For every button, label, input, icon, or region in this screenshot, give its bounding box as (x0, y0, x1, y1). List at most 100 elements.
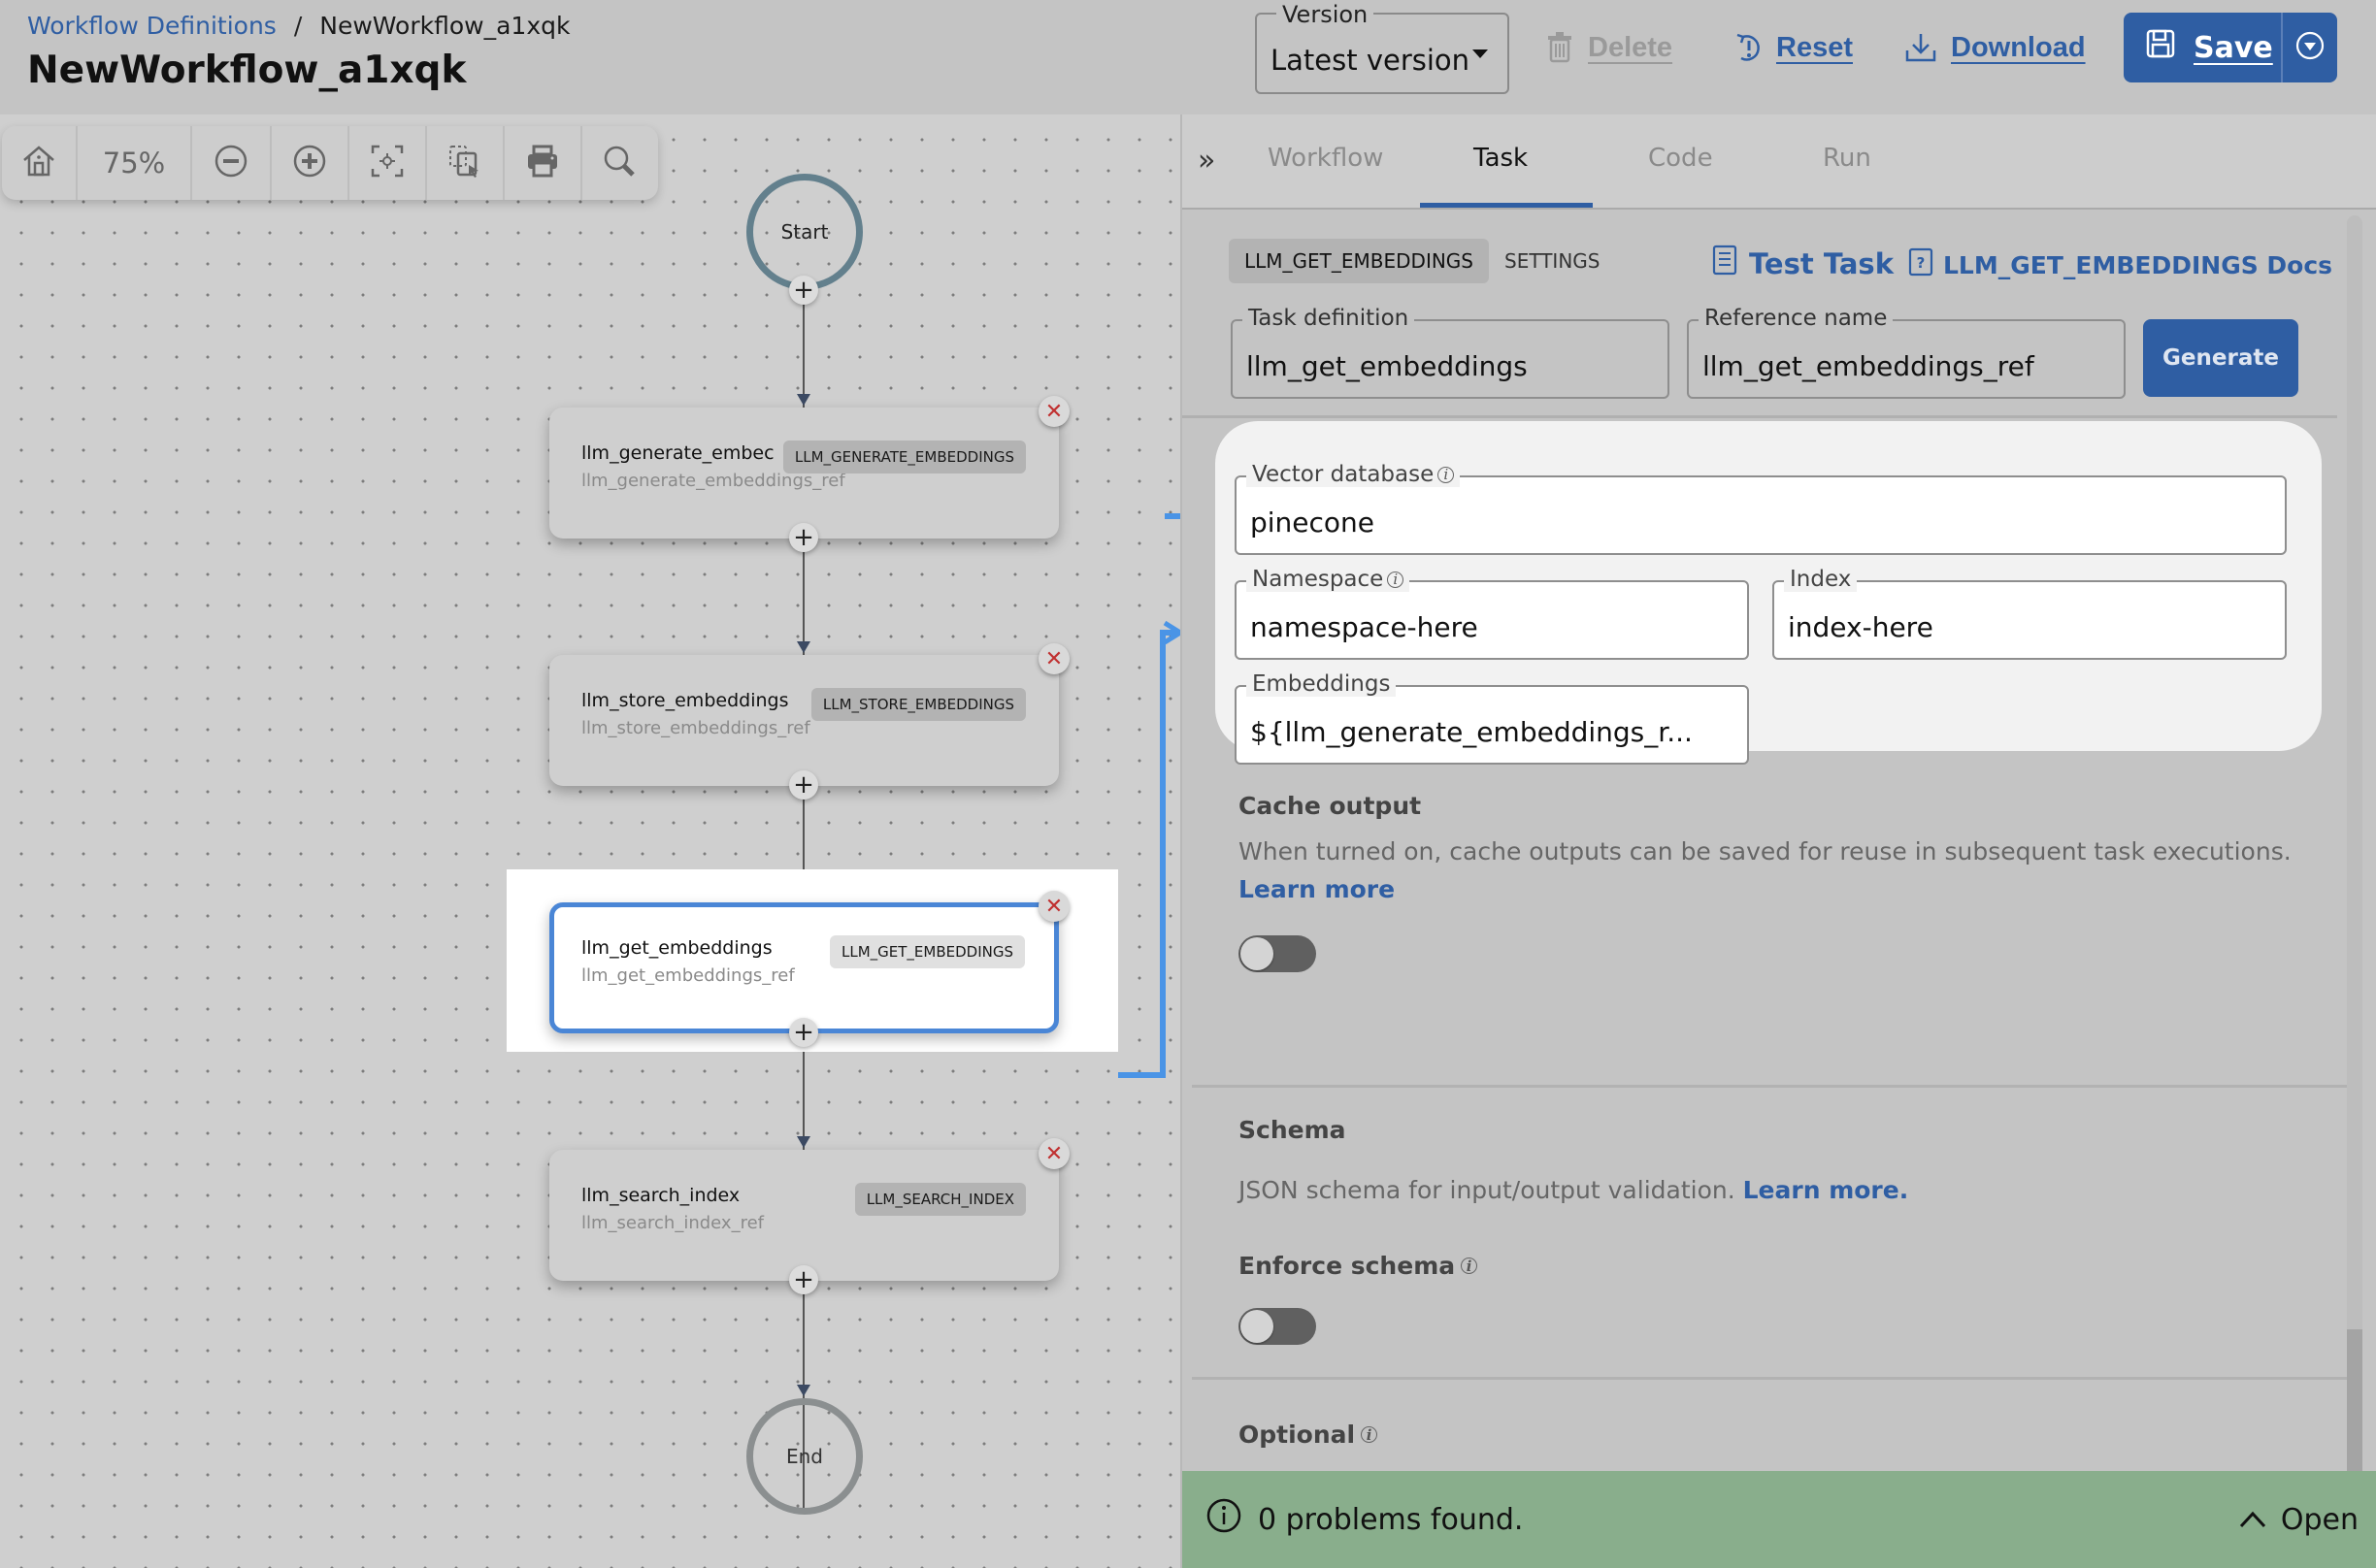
enforce-schema-title: Enforce schema i (1238, 1252, 1478, 1280)
zoom-level: 75% (78, 126, 192, 200)
collapse-panel-icon[interactable]: » (1198, 144, 1215, 178)
download-button[interactable]: Download (1904, 23, 2086, 72)
task-ref: llm_generate_embeddings_ref (581, 471, 845, 491)
add-task-button[interactable]: + (789, 1018, 818, 1047)
add-task-button[interactable]: + (789, 1265, 818, 1294)
tab-run[interactable]: Run (1823, 144, 1871, 173)
remove-task-button[interactable]: ✕ (1039, 396, 1070, 427)
select-icon (447, 144, 482, 182)
test-task-button[interactable]: Test Task (1712, 245, 1894, 282)
task-type-badge: LLM_SEARCH_INDEX (854, 1183, 1026, 1216)
task-definition-value: llm_get_embeddings (1246, 350, 1528, 382)
problems-bar: 0 problems found. Open (1182, 1471, 2376, 1568)
caret-down-icon (1472, 49, 1488, 58)
subtab-llm-get-embeddings[interactable]: LLM_GET_EMBEDDINGS (1229, 239, 1489, 283)
generate-button[interactable]: Generate (2143, 319, 2298, 397)
save-label: Save (2194, 30, 2273, 65)
search-icon (602, 144, 637, 182)
index-field[interactable]: Index index-here (1772, 567, 2287, 660)
home-button[interactable] (2, 126, 78, 200)
version-value: Latest version (1270, 44, 1470, 77)
plus-icon: + (793, 276, 814, 305)
subtab-settings[interactable]: SETTINGS (1489, 239, 1615, 283)
reset-button[interactable]: Reset (1733, 23, 1853, 72)
add-task-button[interactable]: + (789, 276, 818, 305)
end-label: End (785, 1445, 823, 1468)
open-label: Open (2280, 1502, 2359, 1537)
download-icon (1904, 31, 1937, 64)
divider (1192, 1085, 2347, 1088)
active-tab-indicator (1420, 203, 1593, 208)
search-button[interactable] (582, 126, 656, 200)
cache-output-toggle[interactable] (1238, 935, 1316, 972)
remove-task-button[interactable]: ✕ (1039, 1138, 1070, 1169)
cache-output-title: Cache output (1238, 792, 1422, 820)
add-task-button[interactable]: + (789, 770, 818, 800)
version-select[interactable]: Version Latest version (1255, 1, 1509, 94)
arrow-head-icon (797, 394, 810, 406)
save-button-group: Save (2124, 13, 2337, 82)
task-node-llm-search-index[interactable]: llm_search_index llm_search_index_ref LL… (549, 1150, 1059, 1281)
print-button[interactable] (505, 126, 582, 200)
zoom-in-button[interactable] (272, 126, 349, 200)
workflow-canvas[interactable]: 75% Start + llm_generate_embec llm_gener… (0, 114, 1180, 1568)
fit-view-icon (371, 145, 404, 181)
remove-task-button[interactable]: ✕ (1039, 643, 1070, 674)
tab-task[interactable]: Task (1473, 144, 1528, 173)
end-node[interactable]: End (746, 1398, 863, 1515)
task-name: llm_get_embeddings (581, 937, 773, 959)
breadcrumb-separator: / (293, 12, 303, 40)
task-node-llm-get-embeddings[interactable]: llm_get_embeddings llm_get_embeddings_re… (549, 902, 1059, 1033)
panel-tabs: » Workflow Task Code Run (1182, 114, 2376, 210)
save-options-dropdown[interactable] (2283, 13, 2337, 82)
info-icon[interactable]: i (1437, 466, 1455, 483)
namespace-field[interactable]: Namespace i namespace-here (1235, 567, 1749, 660)
schema-description-row: JSON schema for input/output validation.… (1238, 1176, 1908, 1204)
remove-task-button[interactable]: ✕ (1039, 891, 1070, 922)
embeddings-label: Embeddings (1246, 671, 1397, 697)
reference-name-label: Reference name (1699, 306, 1894, 331)
breadcrumb-workflow-definitions-link[interactable]: Workflow Definitions (27, 12, 277, 40)
version-label: Version (1276, 1, 1374, 28)
close-icon: ✕ (1044, 399, 1064, 424)
cache-output-learn-more-link[interactable]: Learn more (1238, 875, 1395, 903)
index-value: index-here (1788, 611, 1933, 643)
home-icon (21, 144, 56, 182)
add-task-button[interactable]: + (789, 523, 818, 552)
help-book-icon: ? (1908, 247, 1933, 282)
cache-output-description: When turned on, cache outputs can be sav… (1238, 837, 2292, 866)
task-name: llm_generate_embec (581, 442, 775, 464)
divider (1182, 415, 2337, 418)
open-problems-button[interactable]: Open (2238, 1503, 2359, 1537)
start-label: Start (780, 220, 829, 244)
problems-status: 0 problems found. (1205, 1497, 1523, 1542)
floppy-disk-icon (2145, 28, 2176, 67)
embeddings-field[interactable]: Embeddings ${llm_generate_embeddings_r..… (1235, 671, 1749, 765)
select-mode-button[interactable] (427, 126, 505, 200)
tab-workflow[interactable]: Workflow (1268, 144, 1383, 173)
breadcrumb: Workflow Definitions / NewWorkflow_a1xqk (27, 12, 570, 40)
info-icon[interactable]: i (1461, 1258, 1478, 1275)
fit-view-button[interactable] (349, 126, 427, 200)
reference-name-field[interactable]: Reference name llm_get_embeddings_ref (1687, 306, 2126, 399)
task-node-llm-generate-embeddings[interactable]: llm_generate_embec llm_generate_embeddin… (549, 408, 1059, 539)
vector-database-label-text: Vector database (1252, 462, 1435, 487)
schema-learn-more-link[interactable]: Learn more. (1743, 1176, 1909, 1204)
reset-label: Reset (1776, 31, 1853, 63)
info-icon[interactable]: i (1387, 571, 1404, 588)
svg-text:?: ? (1917, 254, 1926, 272)
docs-link[interactable]: ? LLM_GET_EMBEDDINGS Docs (1908, 247, 2332, 282)
task-ref: llm_store_embeddings_ref (581, 718, 810, 738)
delete-button[interactable]: Delete (1545, 23, 1672, 72)
save-button[interactable]: Save (2124, 13, 2283, 82)
vector-database-field[interactable]: Vector database i pinecone (1235, 462, 2287, 555)
schema-description: JSON schema for input/output validation. (1238, 1176, 1735, 1204)
zoom-out-button[interactable] (192, 126, 272, 200)
info-icon[interactable]: i (1361, 1426, 1378, 1444)
docs-link-label: LLM_GET_EMBEDDINGS Docs (1943, 250, 2333, 279)
enforce-schema-toggle[interactable] (1238, 1308, 1316, 1345)
tab-code[interactable]: Code (1648, 144, 1713, 173)
task-definition-field[interactable]: Task definition llm_get_embeddings (1231, 306, 1669, 399)
task-node-llm-store-embeddings[interactable]: llm_store_embeddings llm_store_embedding… (549, 655, 1059, 786)
start-node[interactable]: Start (746, 174, 863, 290)
